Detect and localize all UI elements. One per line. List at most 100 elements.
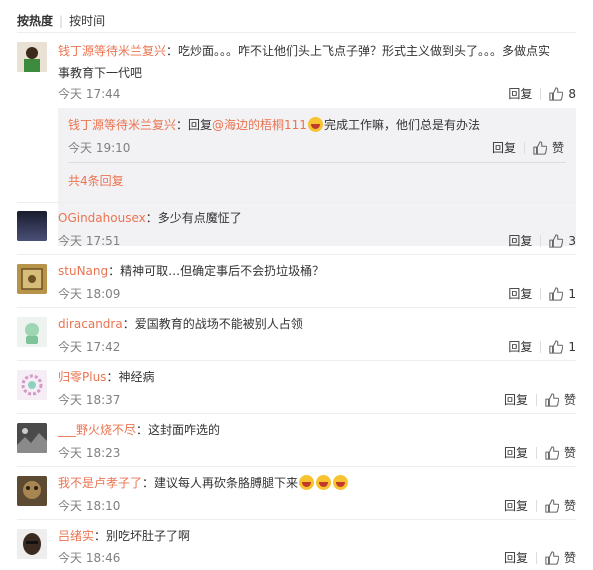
comment-text: ：精神可取…但确定事后不会扔垃圾桶？ <box>108 264 325 278</box>
sort-separator: | <box>59 14 64 28</box>
comment-body: OGindahousex：多少有点魔怔了 <box>58 209 242 227</box>
comment-username[interactable]: OGindahousex <box>58 211 146 225</box>
comment-body: 归零Plus：神经病 <box>58 368 154 386</box>
comment-text: ：多少有点魔怔了 <box>145 211 242 225</box>
like-button[interactable]: 1 <box>549 340 576 354</box>
thumb-up-icon <box>545 392 559 407</box>
sort-bar: 按热度 | 按时间 <box>17 12 105 29</box>
like-button[interactable]: 赞 <box>545 549 576 566</box>
comment-time: 今天 17:44 <box>58 87 121 101</box>
action-separator <box>540 234 542 247</box>
comment-body: 我不是卢孝子了：建议每人再砍条胳膊腿下来 <box>58 474 349 492</box>
comment-text: ：爱国教育的战场不能被别人占领 <box>122 317 303 331</box>
laugh-emoji-icon <box>299 475 315 490</box>
comment-body: 钱丁源等待米兰复兴：吃炒面。。。咋不让他们头上飞点子弹？形式主义做到头了。。。多… <box>58 40 578 84</box>
like-count: 赞 <box>563 446 576 460</box>
divider <box>17 360 576 361</box>
action-separator <box>535 551 537 564</box>
comment-text: ：神经病 <box>106 370 155 384</box>
like-count: 1 <box>568 286 576 301</box>
thumb-up-icon <box>549 286 564 301</box>
thumb-up-icon <box>549 339 564 354</box>
divider <box>17 466 576 467</box>
subreply-prefix: ：回复 <box>176 118 213 132</box>
divider <box>17 254 576 255</box>
comment-username[interactable]: 钱丁源等待米兰复兴 <box>58 44 166 58</box>
reply-button[interactable]: 回复 <box>504 391 528 408</box>
comment-time: 今天 18:37 <box>58 393 121 407</box>
action-separator <box>540 340 542 353</box>
avatar[interactable] <box>17 370 47 400</box>
comment-actions: 回复 赞 <box>504 549 576 566</box>
comment-time: 今天 17:42 <box>58 340 121 354</box>
reply-button[interactable]: 回复 <box>504 444 528 461</box>
avatar[interactable] <box>17 476 47 506</box>
sort-by-time[interactable]: 按时间 <box>69 14 105 28</box>
like-button[interactable]: 1 <box>549 287 576 301</box>
comment-username[interactable]: 我不是卢孝子了 <box>58 476 142 490</box>
avatar[interactable] <box>17 42 47 72</box>
reply-button[interactable]: 回复 <box>508 285 532 302</box>
comment-body: diracandra：爱国教育的战场不能被别人占领 <box>58 315 303 333</box>
comment-actions: 回复 赞 <box>504 391 576 408</box>
comment-text: ：吃炒面。。。咋不让他们头上飞点子弹？形式主义做到头了。。。多做点实 <box>166 44 551 58</box>
comment-username[interactable]: 归零Plus <box>58 370 106 384</box>
avatar-image <box>17 211 47 241</box>
comment-username[interactable]: stuNang <box>58 264 108 278</box>
like-button[interactable]: 8 <box>549 87 576 101</box>
like-button[interactable]: 赞 <box>545 391 576 408</box>
avatar[interactable] <box>17 264 47 294</box>
like-count: 3 <box>568 233 576 248</box>
more-replies-link[interactable]: 共4条回复 <box>68 172 124 189</box>
subreply-text: 完成工作嘛，他们总是有办法 <box>323 118 480 132</box>
comment-username[interactable]: ___野火烧不尽 <box>58 423 136 437</box>
avatar[interactable] <box>17 317 47 347</box>
avatar[interactable] <box>17 423 47 453</box>
reply-button[interactable]: 回复 <box>504 549 528 566</box>
like-count: 1 <box>568 339 576 354</box>
avatar[interactable] <box>17 529 47 559</box>
avatar-image <box>17 317 47 347</box>
avatar-image <box>17 423 47 453</box>
comment-time: 今天 18:23 <box>58 446 121 460</box>
subreply-time: 今天 19:10 <box>68 141 131 155</box>
avatar-image <box>17 42 47 72</box>
like-button[interactable]: 赞 <box>545 497 576 514</box>
thumb-up-icon <box>533 140 547 155</box>
subreply-like-button[interactable]: 赞 <box>533 139 564 156</box>
comment-time: 今天 18:46 <box>58 551 121 565</box>
subreply-mention[interactable]: @海边的梧桐111 <box>212 118 307 132</box>
action-separator <box>535 446 537 459</box>
avatar[interactable] <box>17 211 47 241</box>
avatar-image <box>17 476 47 506</box>
like-label: 赞 <box>551 141 564 155</box>
reply-button[interactable]: 回复 <box>508 338 532 355</box>
thumb-up-icon <box>545 550 559 565</box>
like-button[interactable]: 3 <box>549 234 576 248</box>
avatar-image <box>17 370 47 400</box>
like-count: 赞 <box>563 393 576 407</box>
subreply-reply-button[interactable]: 回复 <box>492 139 516 156</box>
comment-time: 今天 18:10 <box>58 499 121 513</box>
sort-by-hot[interactable]: 按热度 <box>17 14 53 28</box>
avatar-image <box>17 529 47 559</box>
divider <box>17 307 576 308</box>
comment-actions: 回复 8 <box>508 85 576 102</box>
laugh-emoji-icon <box>316 475 332 490</box>
reply-button[interactable]: 回复 <box>504 497 528 514</box>
like-count: 8 <box>568 86 576 101</box>
thumb-up-icon <box>549 233 564 248</box>
comment-text-cont: 事教育下一代吧 <box>58 66 143 80</box>
thumb-up-icon <box>545 498 559 513</box>
action-separator <box>540 287 542 300</box>
like-button[interactable]: 赞 <box>545 444 576 461</box>
comment-username[interactable]: diracandra <box>58 317 123 331</box>
comment-time: 今天 17:51 <box>58 234 121 248</box>
comment-username[interactable]: 吕绪实 <box>58 529 94 543</box>
avatar-image <box>17 264 47 294</box>
divider <box>17 519 576 520</box>
reply-button[interactable]: 回复 <box>508 232 532 249</box>
subreply-body: 钱丁源等待米兰复兴：回复@海边的梧桐111 完成工作嘛，他们总是有办法 <box>68 116 480 134</box>
subreply-username[interactable]: 钱丁源等待米兰复兴 <box>68 118 176 132</box>
reply-button[interactable]: 回复 <box>508 85 532 102</box>
